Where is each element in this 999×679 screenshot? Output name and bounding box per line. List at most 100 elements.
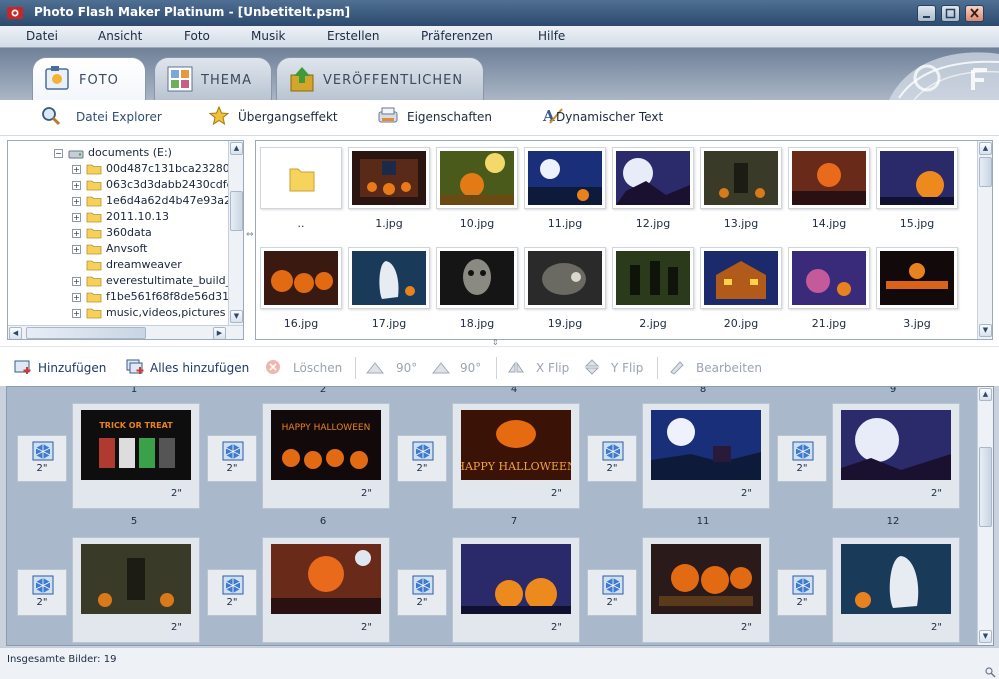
file-thumb[interactable]: 21.jpg: [788, 247, 870, 337]
transition-block[interactable]: 2": [777, 435, 827, 482]
slide-8[interactable]: 2": [642, 403, 770, 509]
menu-praeferenzen[interactable]: Präferenzen: [421, 29, 493, 43]
tab-thema[interactable]: Thema: [154, 57, 272, 100]
storyboard-scrollbar[interactable]: ▲ ▼: [977, 387, 993, 645]
expand-icon[interactable]: +: [72, 245, 81, 254]
rotate-left-button[interactable]: 90°: [366, 359, 422, 377]
minimize-button[interactable]: [917, 5, 936, 22]
y-flip-button[interactable]: Y Flip: [583, 359, 649, 377]
slide-12[interactable]: 2": [832, 537, 960, 643]
scroll-thumb[interactable]: [979, 157, 992, 187]
rotate-right-button[interactable]: 90°: [432, 359, 488, 377]
file-thumb[interactable]: 1.jpg: [348, 147, 430, 237]
tab-veroeffentlichen[interactable]: Veröffentlichen: [276, 57, 484, 100]
file-thumb[interactable]: 14.jpg: [788, 147, 870, 237]
file-thumb[interactable]: 16.jpg: [260, 247, 342, 337]
resize-grip-icon[interactable]: [984, 666, 996, 678]
menu-musik[interactable]: Musik: [251, 29, 286, 43]
file-thumb[interactable]: 11.jpg: [524, 147, 606, 237]
expand-icon[interactable]: +: [72, 229, 81, 238]
file-thumb-parent[interactable]: ..: [260, 147, 342, 237]
scroll-down-icon[interactable]: ▼: [979, 630, 992, 643]
hscroll-thumb[interactable]: [26, 327, 146, 339]
scroll-down-icon[interactable]: ▼: [230, 310, 243, 323]
file-thumb[interactable]: 3.jpg: [876, 247, 958, 337]
x-flip-button[interactable]: X Flip: [507, 359, 573, 377]
tree-item[interactable]: + f1be561f68f8de56d31c: [8, 289, 234, 305]
tree-root[interactable]: − documents (E:): [8, 145, 234, 161]
subtab-uebergangseffekt[interactable]: Übergangseffekt: [208, 106, 348, 128]
tree-item[interactable]: dreamweaver: [8, 257, 234, 273]
scroll-up-icon[interactable]: ▲: [230, 142, 243, 155]
slide-11[interactable]: 2": [642, 537, 770, 643]
slide-7[interactable]: 2": [452, 537, 580, 643]
tree-item[interactable]: + music,videos,pictures: [8, 305, 234, 321]
tree-scrollbar[interactable]: ▲ ▼: [228, 141, 243, 325]
expand-icon[interactable]: +: [72, 293, 81, 302]
add-all-button[interactable]: Alles hinzufügen: [126, 359, 256, 377]
scroll-down-icon[interactable]: ▼: [979, 324, 992, 337]
transition-block[interactable]: 2": [587, 569, 637, 616]
transition-block[interactable]: 2": [17, 435, 67, 482]
slide-2[interactable]: HAPPY HALLOWEEN 2": [262, 403, 390, 509]
transition-block[interactable]: 2": [397, 435, 447, 482]
tree-item[interactable]: +360data: [8, 225, 234, 241]
splitter-grip-icon[interactable]: ⇔: [246, 230, 254, 242]
tab-foto[interactable]: Foto: [32, 57, 146, 101]
transition-block[interactable]: 2": [587, 435, 637, 482]
transition-block[interactable]: 2": [777, 569, 827, 616]
tree-item[interactable]: + Anvsoft: [8, 241, 234, 257]
tree-item[interactable]: +2011.10.13: [8, 209, 234, 225]
expand-icon[interactable]: +: [72, 213, 81, 222]
file-thumb[interactable]: 18.jpg: [436, 247, 518, 337]
expand-icon[interactable]: +: [72, 181, 81, 190]
slide-4[interactable]: HAPPY HALLOWEEN 2": [452, 403, 580, 509]
file-thumb[interactable]: 13.jpg: [700, 147, 782, 237]
collapse-icon[interactable]: −: [54, 149, 63, 158]
close-button[interactable]: [965, 5, 984, 22]
expand-icon[interactable]: +: [72, 165, 81, 174]
tree-hscrollbar[interactable]: ◀ ▶: [8, 325, 243, 339]
file-thumb[interactable]: 15.jpg: [876, 147, 958, 237]
scroll-thumb[interactable]: [979, 447, 992, 527]
menu-hilfe[interactable]: Hilfe: [538, 29, 565, 43]
transition-block[interactable]: 2": [207, 435, 257, 482]
transition-block[interactable]: 2": [397, 569, 447, 616]
file-thumb[interactable]: 2.jpg: [612, 247, 694, 337]
slide-9[interactable]: 2": [832, 403, 960, 509]
slide-6[interactable]: 2": [262, 537, 390, 643]
tree-item[interactable]: +063c3d3dabb2430cdfe0a: [8, 177, 234, 193]
tree-item[interactable]: +00d487c131bca23280: [8, 161, 234, 177]
scroll-up-icon[interactable]: ▲: [979, 388, 992, 401]
add-button[interactable]: Hinzufügen: [14, 359, 112, 377]
maximize-button[interactable]: [941, 5, 960, 22]
menu-datei[interactable]: Datei: [26, 29, 58, 43]
menu-foto[interactable]: Foto: [184, 29, 210, 43]
expand-icon[interactable]: +: [72, 277, 81, 286]
tree-item[interactable]: + everestultimate_build_19: [8, 273, 234, 289]
slide-5[interactable]: 2": [72, 537, 200, 643]
delete-button[interactable]: Löschen: [265, 359, 345, 377]
scroll-thumb[interactable]: [230, 191, 243, 231]
file-thumb[interactable]: 20.jpg: [700, 247, 782, 337]
expand-icon[interactable]: +: [72, 197, 81, 206]
expand-icon[interactable]: +: [72, 309, 81, 318]
grid-scrollbar[interactable]: ▲ ▼: [977, 141, 992, 339]
file-thumb[interactable]: 19.jpg: [524, 247, 606, 337]
transition-block[interactable]: 2": [207, 569, 257, 616]
transition-block[interactable]: 2": [17, 569, 67, 616]
file-thumb[interactable]: 12.jpg: [612, 147, 694, 237]
slide-1[interactable]: TRICK OR TREAT 2": [72, 403, 200, 509]
edit-button[interactable]: Bearbeiten: [668, 359, 768, 377]
subtab-dynamischer-text[interactable]: A Dynamischer Text: [542, 106, 672, 128]
scroll-up-icon[interactable]: ▲: [979, 142, 992, 155]
file-thumb[interactable]: 10.jpg: [436, 147, 518, 237]
menu-erstellen[interactable]: Erstellen: [327, 29, 380, 43]
menu-ansicht[interactable]: Ansicht: [98, 29, 142, 43]
tree-item[interactable]: +1e6d4a62d4b47e93a28: [8, 193, 234, 209]
subtab-datei-explorer[interactable]: Datei Explorer: [40, 106, 170, 128]
scroll-left-icon[interactable]: ◀: [9, 327, 22, 339]
subtab-eigenschaften[interactable]: Eigenschaften: [377, 106, 502, 128]
scroll-right-icon[interactable]: ▶: [213, 327, 226, 339]
file-thumb[interactable]: 17.jpg: [348, 247, 430, 337]
